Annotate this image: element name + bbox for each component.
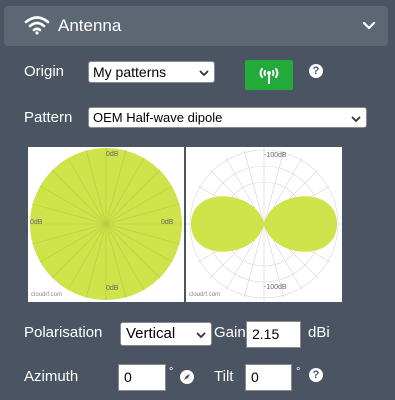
plot-label-left: 0dB [30,219,43,226]
azimuth-unit: ° [169,366,174,378]
chevron-down-icon [199,70,209,77]
origin-label: Origin [24,63,65,80]
pattern-label: Pattern [24,109,73,126]
antenna-section-header[interactable]: Antenna [4,6,388,46]
chevron-down-icon[interactable] [361,18,377,34]
plot-label-top: -100dB [264,152,287,159]
plot-label-top: 0dB [106,151,119,158]
azimuth-input[interactable]: 0 [118,364,166,391]
plot-label-bottom: -100dB [264,284,287,291]
compass-icon[interactable] [180,370,194,384]
origin-select-value: My patterns [93,64,167,80]
tilt-help-icon[interactable]: ? [309,368,323,382]
antenna-icon [259,68,279,84]
azimuth-label: Azimuth [24,368,79,385]
watermark: cloudrf.com [31,292,63,298]
tilt-input[interactable]: 0 [245,364,292,391]
horizontal-pattern-plot: 0dB 0dB 0dB 0dB cloudrf.com [28,147,184,302]
vertical-pattern-plot: -100dB -100dB cloudrf.com [186,147,342,302]
chevron-down-icon [196,332,206,339]
plot-label-bottom: 0dB [106,285,119,292]
tilt-label: Tilt [214,368,234,385]
polarisation-label: Polarisation [24,324,103,341]
gain-label: Gain [214,324,246,341]
section-title: Antenna [58,16,122,35]
polarisation-select[interactable]: Vertical [120,322,212,346]
chevron-down-icon [351,116,361,123]
watermark: cloudrf.com [189,292,221,298]
origin-select[interactable]: My patterns [88,61,215,83]
tilt-unit: ° [296,366,301,378]
origin-help-icon[interactable]: ? [309,64,323,78]
pattern-select[interactable]: OEM Half-wave dipole [88,107,367,128]
antenna-tower-button[interactable] [245,60,293,90]
gain-unit: dBi [308,324,330,341]
gain-input[interactable]: 2.15 [246,321,301,348]
plot-label-right: 0dB [161,219,174,226]
wifi-icon [24,16,50,35]
polarisation-select-value: Vertical [126,325,176,342]
pattern-select-value: OEM Half-wave dipole [93,110,223,125]
